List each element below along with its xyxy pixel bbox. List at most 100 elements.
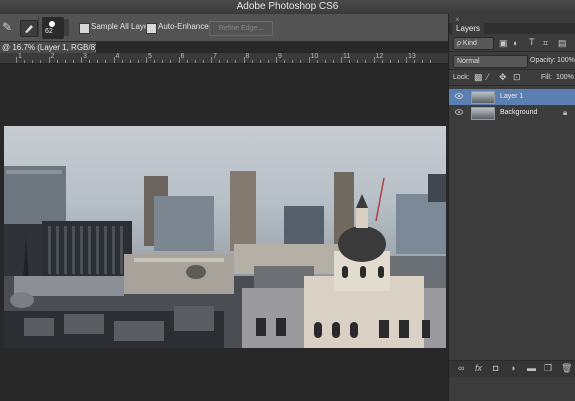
ruler-label: 1 — [18, 53, 22, 60]
window-title: Adobe Photoshop CS6 — [0, 0, 575, 14]
auto-enhance-label: Auto-Enhance — [158, 22, 209, 31]
brush-tip-icon — [49, 21, 55, 27]
layer-name: Background — [500, 109, 538, 116]
new-group-icon[interactable]: ▬ — [527, 363, 536, 373]
layer-row-layer-1[interactable]: Layer 1 — [449, 89, 575, 105]
ruler-tick — [97, 60, 98, 63]
quick-select-tool-icon[interactable]: ✎ — [2, 20, 16, 35]
ruler-tick — [332, 60, 334, 63]
ruler-label: 2 — [50, 53, 55, 60]
lock-transparent-icon[interactable]: ▩ — [474, 72, 483, 83]
layer-name: Layer 1 — [500, 93, 524, 100]
divider — [38, 16, 39, 38]
tab-layers[interactable]: Layers — [452, 23, 485, 34]
document-tab[interactable]: @ 16.7% (Layer 1, RGB/8) * — [0, 42, 96, 53]
ruler-tick — [194, 60, 196, 63]
layer-thumbnail — [471, 91, 495, 104]
divider — [449, 85, 575, 86]
new-adjustment-layer-icon[interactable]: ◑ — [510, 363, 515, 373]
options-bar: ✎ 62 Sample All Layers Auto-Enhance Refi… — [0, 14, 448, 42]
panel-tab-bar: Layers — [449, 23, 575, 34]
layer-row-background[interactable]: Background 🔒︎ — [449, 105, 575, 121]
ruler-tick — [357, 60, 358, 63]
ruler-tick — [16, 57, 17, 63]
ruler-tick — [24, 60, 25, 63]
refine-edge-button[interactable]: Refine Edge... — [209, 21, 273, 36]
ruler-tick — [227, 60, 228, 63]
ruler-tick — [186, 60, 188, 63]
ruler-tick — [113, 57, 115, 63]
lock-all-icon[interactable]: ⊡ — [513, 72, 521, 83]
ruler-label: 13 — [408, 53, 416, 60]
opacity-value[interactable]: 100% — [557, 57, 575, 64]
ruler-tick — [308, 57, 310, 63]
eye-icon[interactable] — [455, 109, 463, 115]
ruler-label: 11 — [343, 53, 351, 60]
ruler-tick — [349, 60, 350, 63]
adjustment-filter-icon[interactable]: ◐ — [513, 38, 518, 48]
ruler-tick — [64, 60, 66, 63]
ruler-tick — [72, 60, 74, 63]
add-mask-icon[interactable]: ◘ — [493, 363, 498, 373]
new-layer-icon[interactable]: ❐ — [544, 363, 552, 374]
eye-icon[interactable] — [455, 93, 463, 99]
ruler-tick — [162, 60, 163, 63]
pixel-filter-icon[interactable]: ▣ — [499, 38, 508, 49]
lock-position-icon[interactable]: ✥ — [499, 72, 507, 83]
lock-icon: 🔒︎ — [563, 108, 568, 117]
sample-all-layers-checkbox[interactable] — [79, 23, 90, 34]
ruler-label: 12 — [375, 53, 384, 60]
ruler-tick — [284, 60, 285, 63]
shape-filter-icon[interactable]: ⌗ — [543, 38, 548, 49]
divider — [449, 51, 575, 52]
layer-thumbnail — [471, 107, 495, 120]
ruler-tick — [56, 60, 58, 63]
add-to-selection-button[interactable] — [20, 20, 38, 37]
brush-plus-icon — [25, 25, 33, 33]
layers-panel-footer: ∞ fx ◘ ◑ ▬ ❐ 🗑︎ — [449, 360, 575, 377]
layers-panel: × Layers ρ Kind ▣ ◐ T ⌗ ▤ Normal Opacity… — [448, 14, 575, 401]
brush-picker[interactable]: 62 — [42, 17, 64, 39]
blend-mode-select[interactable]: Normal — [453, 55, 528, 68]
ruler-tick — [243, 57, 245, 63]
ruler-label: 8 — [245, 53, 250, 60]
ruler-label: 9 — [278, 53, 282, 60]
ruler-tick — [365, 60, 366, 63]
ruler-tick — [235, 60, 236, 63]
ruler-tick — [81, 57, 82, 63]
lock-label: Lock: — [453, 74, 470, 81]
opacity-label: Opacity: — [530, 57, 556, 64]
fill-value[interactable]: 100% — [556, 74, 574, 81]
lock-image-icon[interactable]: ⁄ — [487, 72, 489, 82]
ruler-tick — [341, 57, 342, 63]
smart-object-filter-icon[interactable]: ▤ — [558, 38, 567, 49]
ruler-tick — [259, 60, 261, 63]
ruler-tick — [219, 60, 220, 63]
brush-picker-arrow[interactable] — [64, 19, 69, 36]
kind-filter-select[interactable]: ρ Kind — [453, 37, 494, 50]
ruler-tick — [430, 60, 431, 63]
ruler-tick — [154, 60, 155, 63]
ruler-tick — [267, 60, 269, 63]
link-layers-icon[interactable]: ∞ — [458, 363, 464, 373]
auto-enhance-checkbox[interactable] — [146, 23, 157, 34]
ruler-tick — [389, 60, 391, 63]
horizontal-ruler: 1 2 3 4 5 6 7 8 9 10 11 12 13 — [0, 53, 448, 64]
type-filter-icon[interactable]: T — [529, 37, 535, 47]
ruler-label: 6 — [180, 53, 185, 60]
ruler-label: 7 — [213, 53, 217, 60]
ruler-label: 3 — [83, 53, 87, 60]
ruler-tick — [32, 60, 33, 63]
delete-layer-icon[interactable]: 🗑︎ — [561, 363, 572, 374]
ruler-tick — [406, 57, 407, 63]
ruler-tick — [137, 60, 139, 63]
ruler-tick — [292, 60, 293, 63]
layer-style-icon[interactable]: fx — [475, 363, 482, 373]
ruler-tick — [251, 60, 253, 63]
ruler-tick — [178, 57, 180, 63]
ruler-tick — [202, 60, 204, 63]
ruler-tick — [105, 60, 106, 63]
document-canvas[interactable] — [4, 126, 446, 348]
kind-filter-row: ρ Kind ▣ ◐ T ⌗ ▤ — [449, 36, 575, 50]
ruler-tick — [48, 57, 50, 63]
